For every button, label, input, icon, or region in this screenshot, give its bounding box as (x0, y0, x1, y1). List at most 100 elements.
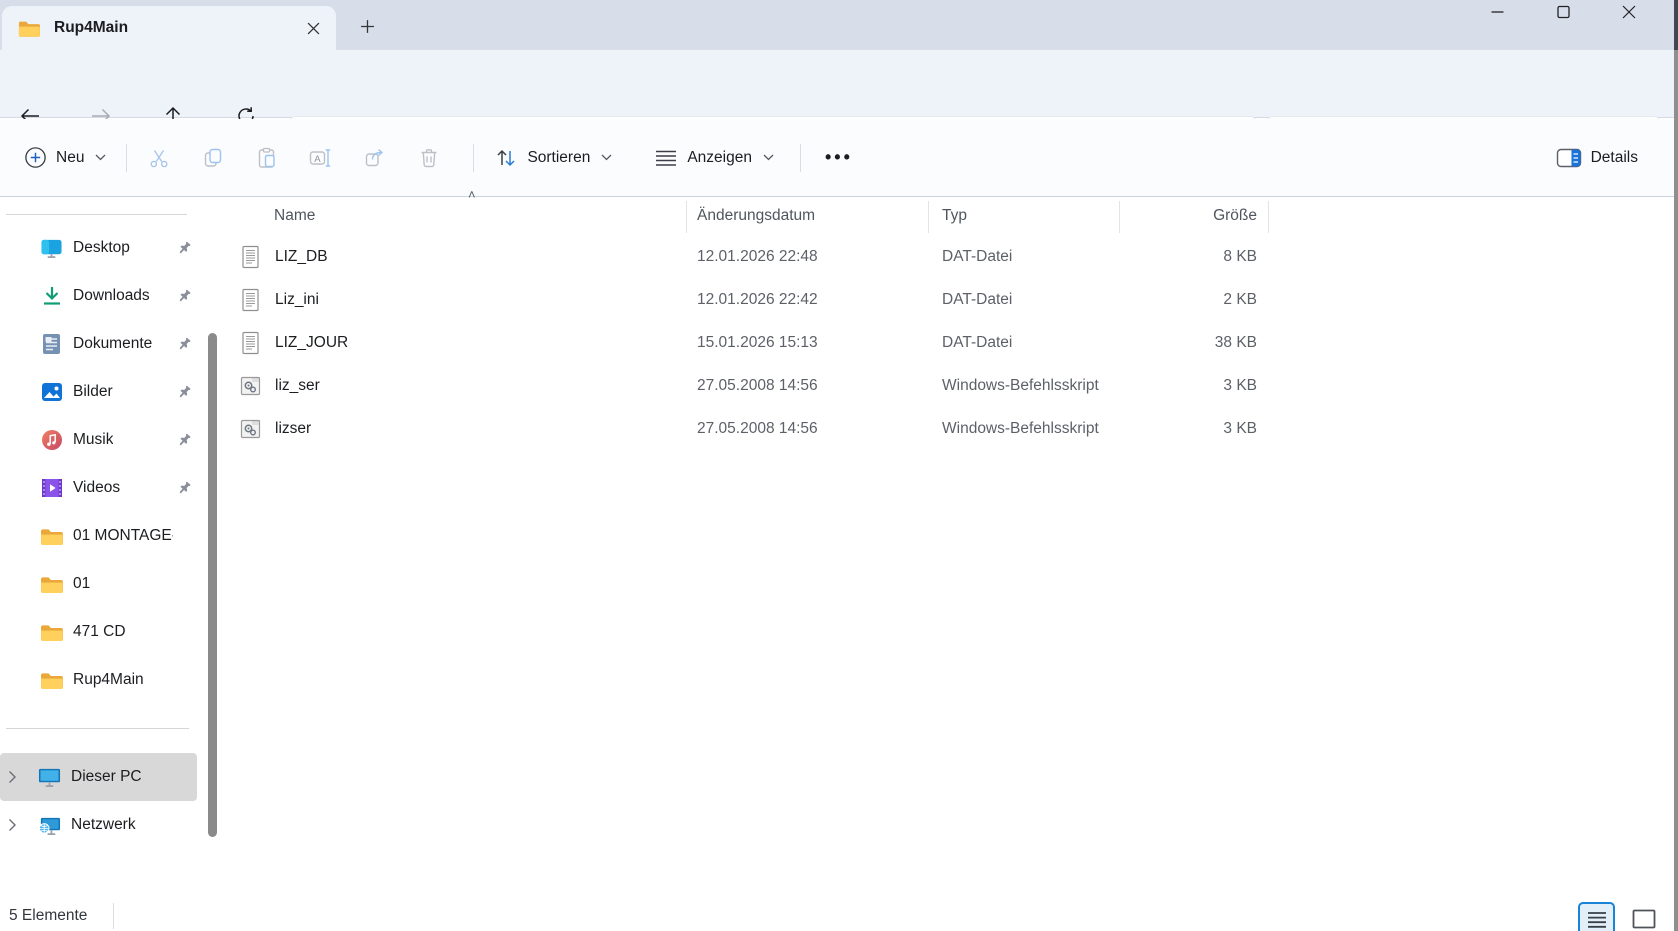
file-date: 12.01.2026 22:42 (686, 291, 928, 309)
folder-icon (40, 621, 63, 644)
sidebar-item-label: Musik (73, 431, 113, 449)
more-options-button[interactable]: ••• (811, 147, 867, 168)
desktop-icon (40, 237, 63, 260)
sidebar-item-label: 471 CD (73, 623, 126, 641)
sidebar-item-label: Downloads (73, 287, 150, 305)
share-button[interactable] (353, 137, 397, 179)
svg-text:A: A (315, 153, 322, 164)
folder-icon (40, 573, 63, 596)
command-toolbar: Neu A Sortieren Anze (0, 119, 1678, 197)
column-header-type[interactable]: Typ (928, 207, 1119, 225)
sidebar-item-downloads[interactable]: Downloads (0, 274, 225, 318)
file-size: 38 KB (1119, 334, 1268, 352)
network-icon (38, 814, 61, 837)
file-name: liz_ser (275, 377, 320, 395)
explorer-tab[interactable]: Rup4Main (2, 6, 336, 50)
cut-button[interactable] (137, 137, 181, 179)
folder-icon (40, 525, 63, 548)
file-name: Liz_ini (275, 291, 319, 309)
sidebar-item-folder[interactable]: 471 CD (0, 610, 225, 654)
folder-icon (18, 19, 40, 38)
pin-icon (177, 337, 192, 352)
tab-title: Rup4Main (54, 19, 300, 37)
sidebar-divider (6, 214, 187, 215)
sidebar-item-label: Dokumente (73, 335, 152, 353)
details-pane-button[interactable]: Details (1546, 137, 1648, 179)
delete-button[interactable] (407, 137, 451, 179)
sidebar-item-label: Dieser PC (71, 768, 142, 786)
batch-file-icon (238, 373, 262, 399)
screen-edge-strip (1674, 0, 1678, 931)
sort-button[interactable]: Sortieren (484, 137, 622, 179)
toolbar-separator (800, 144, 801, 172)
column-resizer[interactable] (928, 201, 929, 233)
sidebar-scrollbar[interactable] (208, 333, 217, 837)
column-resizer[interactable] (1119, 201, 1120, 233)
sidebar-item-label: Desktop (73, 239, 130, 257)
rename-button[interactable]: A (299, 137, 343, 179)
navigation-bar: ••• Lokaler Datenträger (C:) AUCOSOFT Ru… (0, 50, 1678, 118)
titlebar: Rup4Main (0, 0, 1678, 50)
sidebar-item-pictures[interactable]: Bilder (0, 370, 225, 414)
pin-icon (177, 433, 192, 448)
new-button-label: Neu (56, 149, 84, 167)
sidebar-item-label: 01 MONTAGE-P (73, 527, 173, 545)
file-row[interactable]: LIZ_DB 12.01.2026 22:48 DAT-Datei 8 KB (225, 235, 1674, 278)
chevron-down-icon (763, 154, 774, 161)
paste-button[interactable] (245, 137, 289, 179)
sidebar-item-desktop[interactable]: Desktop (0, 226, 225, 270)
file-date: 15.01.2026 15:13 (686, 334, 928, 352)
file-row[interactable]: liz_ser 27.05.2008 14:56 Windows-Befehls… (225, 364, 1674, 407)
sidebar-item-videos[interactable]: Videos (0, 466, 225, 510)
new-button[interactable]: Neu (14, 137, 116, 179)
sidebar-item-folder[interactable]: 01 (0, 562, 225, 606)
file-row[interactable]: LIZ_JOUR 15.01.2026 15:13 DAT-Datei 38 K… (225, 321, 1674, 364)
items-count: 5 Elemente (0, 907, 87, 925)
this-pc-monitor-icon (38, 766, 61, 789)
new-tab-button[interactable] (352, 11, 382, 41)
column-resizer[interactable] (686, 201, 687, 233)
column-header-name[interactable]: Name (225, 207, 686, 225)
file-date: 27.05.2008 14:56 (686, 420, 928, 438)
minimize-button[interactable] (1464, 0, 1530, 46)
column-resizer[interactable] (1268, 201, 1269, 233)
sidebar-item-network[interactable]: Netzwerk (0, 801, 197, 849)
navigation-pane: Desktop Downloads Dokumente Bilder (0, 197, 225, 900)
file-type: DAT-Datei (928, 248, 1119, 266)
sort-button-label: Sortieren (527, 149, 590, 167)
details-view-toggle[interactable] (1578, 902, 1615, 931)
file-type: DAT-Datei (928, 291, 1119, 309)
column-header-size[interactable]: Größe (1119, 207, 1268, 225)
chevron-down-icon (601, 154, 612, 161)
sidebar-item-music[interactable]: Musik (0, 418, 225, 462)
file-type: DAT-Datei (928, 334, 1119, 352)
chevron-right-icon[interactable] (8, 770, 30, 784)
view-button-label: Anzeigen (687, 149, 752, 167)
sidebar-item-this-pc[interactable]: Dieser PC (0, 753, 197, 801)
status-bar: 5 Elemente (0, 900, 1678, 931)
dat-file-icon (238, 244, 262, 270)
pin-icon (177, 289, 192, 304)
copy-button[interactable] (191, 137, 235, 179)
sidebar-item-documents[interactable]: Dokumente (0, 322, 225, 366)
chevron-right-icon[interactable] (8, 818, 30, 832)
details-pane-icon (1556, 147, 1582, 169)
sidebar-item-folder[interactable]: Rup4Main (0, 658, 225, 702)
column-header-row: ˄ Name Änderungsdatum Typ Größe (225, 197, 1674, 235)
sidebar-item-label: Bilder (73, 383, 113, 401)
maximize-button[interactable] (1530, 0, 1596, 46)
close-window-button[interactable] (1596, 0, 1662, 46)
column-header-date[interactable]: Änderungsdatum (686, 207, 928, 225)
view-button[interactable]: Anzeigen (644, 137, 784, 179)
tab-close-icon[interactable] (300, 15, 326, 41)
file-row[interactable]: lizser 27.05.2008 14:56 Windows-Befehlss… (225, 407, 1674, 450)
file-type: Windows-Befehlsskript (928, 377, 1119, 395)
pictures-icon (40, 381, 63, 404)
music-icon (40, 429, 63, 452)
sidebar-item-folder[interactable]: 01 MONTAGE-P (0, 514, 225, 558)
plus-circle-icon (24, 146, 47, 169)
file-row[interactable]: Liz_ini 12.01.2026 22:42 DAT-Datei 2 KB (225, 278, 1674, 321)
view-lines-icon (654, 148, 678, 168)
downloads-icon (40, 285, 63, 308)
thumbnail-view-toggle[interactable] (1625, 902, 1662, 931)
